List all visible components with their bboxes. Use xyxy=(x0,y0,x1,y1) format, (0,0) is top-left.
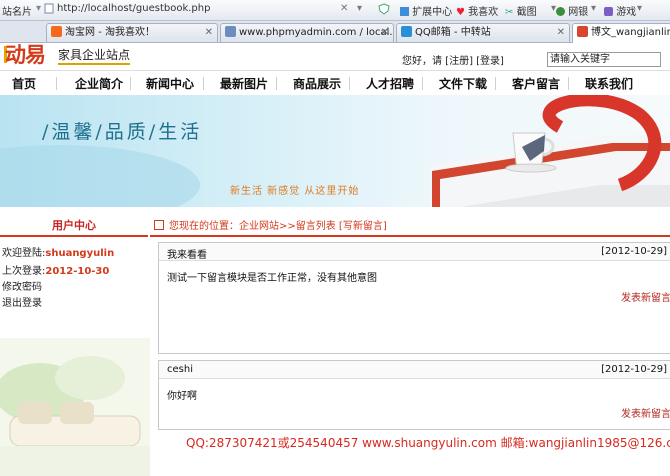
site-logo[interactable]: 动易 xyxy=(5,42,46,68)
welcome-row: 欢迎登陆:shuangyulin xyxy=(2,248,115,259)
message-date: [2012-10-29] xyxy=(601,364,667,375)
screenshot-button[interactable]: ✂ 截图 xyxy=(505,3,537,18)
sidebar-decoration-image xyxy=(0,338,150,476)
nav-divider xyxy=(56,77,57,90)
cube-icon xyxy=(400,7,409,16)
message-card: 我来看看 [2012-10-29] 测试一下留言模块是否工作正常，没有其他意图 … xyxy=(158,242,670,354)
extension-center-button[interactable]: 扩展中心 xyxy=(400,3,452,18)
message-header: ceshi [2012-10-29] xyxy=(159,361,670,379)
phpmyadmin-icon xyxy=(225,26,236,37)
bank-button[interactable]: 网银 xyxy=(556,3,588,18)
nav-divider xyxy=(422,77,423,90)
username: shuangyulin xyxy=(45,248,115,259)
nav-jobs[interactable]: 人才招聘 xyxy=(366,75,414,92)
close-icon[interactable]: ✕ xyxy=(381,24,389,42)
message-card: ceshi [2012-10-29] 你好啊 发表新留言 xyxy=(158,360,670,430)
game-button[interactable]: 游戏 xyxy=(604,3,636,18)
tab-qqmail[interactable]: QQ邮箱 - 中转站 ✕ xyxy=(396,23,570,42)
breadcrumb-underline xyxy=(150,235,670,237)
nav-divider xyxy=(495,77,496,90)
breadcrumb: 您现在的位置：企业网站>>留言列表 [写新留言] xyxy=(150,219,670,234)
blog-icon xyxy=(577,26,588,37)
close-icon[interactable]: ✕ xyxy=(340,3,348,14)
nav-guestbook[interactable]: 客户留言 xyxy=(512,75,560,92)
url-field[interactable]: http://localhost/guestbook.php xyxy=(57,3,210,14)
message-title: 我来看看 xyxy=(167,250,207,261)
shield-icon[interactable] xyxy=(378,3,390,18)
change-password-link[interactable]: 修改密码 xyxy=(2,278,42,293)
page-icon xyxy=(44,3,54,17)
nav-divider xyxy=(349,77,350,90)
nav-contact[interactable]: 联系我们 xyxy=(585,75,633,92)
banner: /温馨/品质/生活 新生活 新感觉 从这里开始 xyxy=(0,95,670,207)
post-new-message-link[interactable]: 发表新留言 xyxy=(621,289,670,304)
tab-blog[interactable]: 博文_wangjianlin19... xyxy=(572,23,670,43)
browser-address-bar: 站名片 ▾ http://localhost/guestbook.php ✕ ▾… xyxy=(0,0,670,21)
main-nav: 首页 企业简介 新闻中心 最新图片 商品展示 人才招聘 文件下载 客户留言 联系… xyxy=(0,70,670,96)
tab-phpmyadmin[interactable]: www.phpmyadmin.com / local... ✕ xyxy=(220,23,394,42)
nav-divider xyxy=(203,77,204,90)
nav-home[interactable]: 首页 xyxy=(12,75,36,92)
nav-divider xyxy=(130,77,131,90)
game-icon xyxy=(604,7,613,16)
nav-about[interactable]: 企业简介 xyxy=(75,75,123,92)
message-body: 测试一下留言模块是否工作正常，没有其他意图 xyxy=(167,273,377,284)
message-body: 你好啊 xyxy=(167,391,197,402)
last-login-date: 2012-10-30 xyxy=(45,266,110,277)
nav-products[interactable]: 商品展示 xyxy=(293,75,341,92)
favorites-button[interactable]: ♥ 我喜欢 xyxy=(456,3,498,18)
logout-link[interactable]: 退出登录 xyxy=(2,294,42,309)
breadcrumb-text[interactable]: 您现在的位置：企业网站>>留言列表 [写新留言] xyxy=(169,221,387,232)
taobao-icon xyxy=(51,26,62,37)
last-login-row: 上次登录:2012-10-30 xyxy=(2,266,110,277)
breadcrumb-icon xyxy=(154,220,164,230)
nav-divider xyxy=(276,77,277,90)
message-header: 我来看看 [2012-10-29] xyxy=(159,243,670,261)
nav-news[interactable]: 新闻中心 xyxy=(146,75,194,92)
chevron-down-icon[interactable]: ▾ xyxy=(357,3,362,14)
post-new-message-link[interactable]: 发表新留言 xyxy=(621,405,670,420)
nav-divider xyxy=(568,77,569,90)
dropdown-arrow-icon[interactable]: ▾ xyxy=(637,3,642,14)
banner-slogan: /温馨/品质/生活 xyxy=(42,121,203,143)
tab-taobao[interactable]: 淘宝网 - 淘我喜欢！ ✕ xyxy=(46,23,218,42)
site-subtitle: 家具企业站点 xyxy=(58,48,131,65)
bank-icon xyxy=(556,7,565,16)
search-input[interactable]: 请输入关键字 xyxy=(547,52,661,67)
close-icon[interactable]: ✕ xyxy=(557,24,565,42)
contact-footer: QQ:287307421或254540457 www.shuangyulin.c… xyxy=(186,436,670,450)
close-icon[interactable]: ✕ xyxy=(205,24,213,42)
dropdown-chevron-icon[interactable]: ▾ xyxy=(36,3,41,14)
login-greeting[interactable]: 您好，请 [注册] [登录] xyxy=(402,52,504,67)
qqmail-icon xyxy=(401,26,412,37)
message-date: [2012-10-29] xyxy=(601,246,667,257)
heart-icon: ♥ xyxy=(456,7,465,18)
dropdown-arrow-icon[interactable]: ▾ xyxy=(591,3,596,14)
nav-pictures[interactable]: 最新图片 xyxy=(220,75,268,92)
nav-downloads[interactable]: 文件下载 xyxy=(439,75,487,92)
browser-tab-bar: 淘宝网 - 淘我喜欢！ ✕ www.phpmyadmin.com / local… xyxy=(0,21,670,43)
scissors-icon: ✂ xyxy=(505,7,514,18)
user-center-title: 用户中心 xyxy=(0,216,148,237)
message-title: ceshi xyxy=(167,364,193,375)
address-left-label[interactable]: 站名片 xyxy=(2,3,32,18)
banner-tagline: 新生活 新感觉 从这里开始 xyxy=(230,186,360,197)
